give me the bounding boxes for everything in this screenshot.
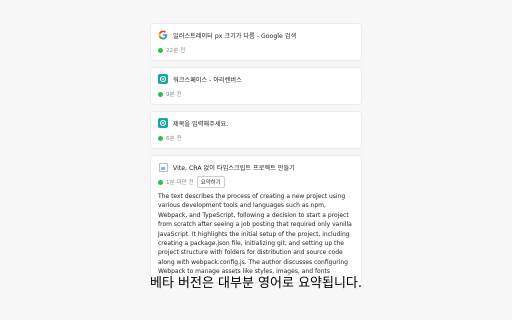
history-card[interactable]: 일러스트레이터 px 크기가 다름 - Google 검색 22분 전 [151,24,361,60]
summarize-button[interactable]: 요약하기 [196,176,225,188]
history-panel: 일러스트레이터 px 크기가 다름 - Google 검색 22분 전 워크스페… [151,24,361,290]
status-dot [158,135,163,141]
history-time: 1분 미만 전 [166,180,194,186]
broken-image-icon [158,162,168,172]
status-dot [158,91,163,97]
workspace-icon [158,74,168,84]
history-title[interactable]: Vite, CRA 없이 타입스크립트 프로젝트 만들기 [173,163,295,172]
history-title[interactable]: 일러스트레이터 px 크기가 다름 - Google 검색 [173,31,296,40]
status-dot [158,179,163,185]
history-card[interactable]: 워크스페이스 - 아리렌버스 9분 전 [151,68,361,104]
google-icon [158,30,168,40]
history-title[interactable]: 제목을 입력해주세요. [173,119,228,128]
history-card[interactable]: 제목을 입력해주세요. 6분 전 [151,112,361,148]
history-time: 6분 전 [166,136,182,142]
history-time: 22분 전 [166,48,186,54]
history-title[interactable]: 워크스페이스 - 아리렌버스 [173,75,242,84]
workspace-icon [158,118,168,128]
status-dot [158,47,163,53]
history-card[interactable]: Vite, CRA 없이 타입스크립트 프로젝트 만들기 1분 미만 전 요약하… [151,156,361,282]
caption: 베타 버전은 대부분 영어로 요약됩니다. [149,276,363,291]
summary-text: The text describes the process of creati… [158,193,352,276]
history-time: 9분 전 [166,92,182,98]
